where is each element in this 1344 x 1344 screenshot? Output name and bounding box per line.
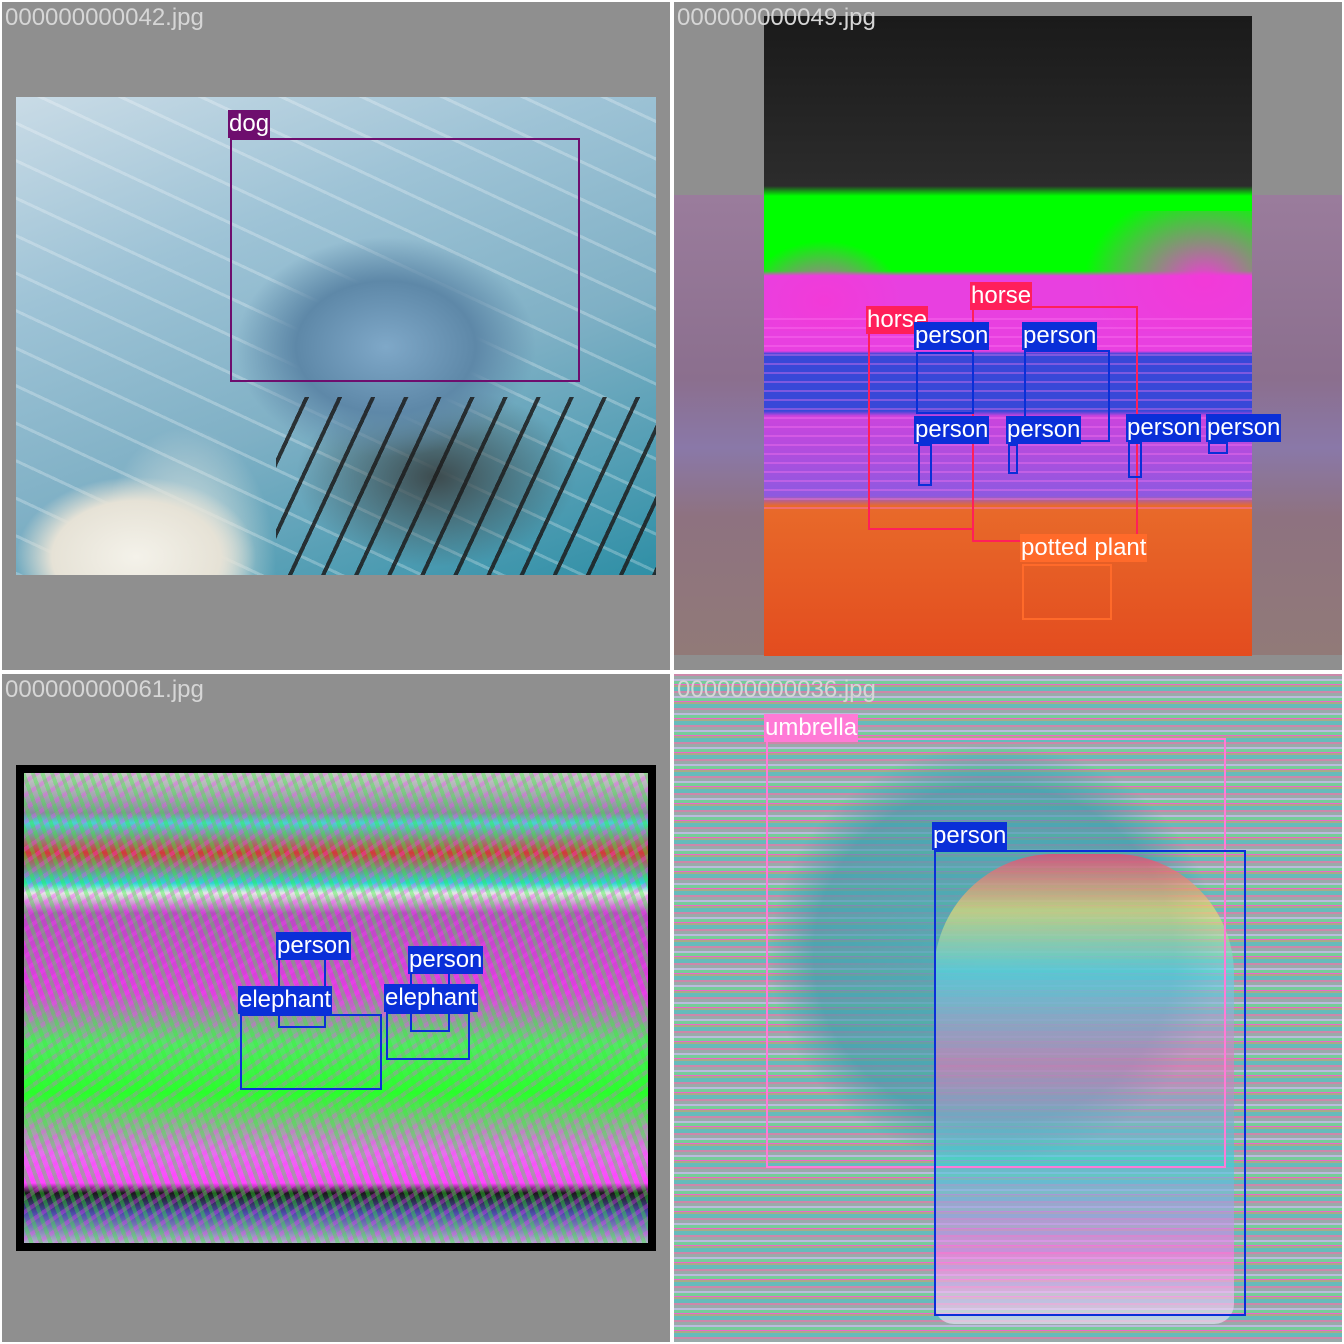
detection-label: person xyxy=(914,416,990,444)
detection-label: person xyxy=(1022,322,1098,350)
image-tile-4: 000000000036.jpg umbrella person xyxy=(674,674,1342,1342)
image-filename: 000000000061.jpg xyxy=(5,676,204,703)
detection-box-person xyxy=(916,352,974,414)
detection-label: dog xyxy=(228,110,271,138)
detection-label: person xyxy=(932,822,1008,850)
detection-box-elephant xyxy=(386,1012,470,1060)
detection-box-person xyxy=(1008,444,1018,474)
detection-label: person xyxy=(914,322,990,350)
image-filename: 000000000042.jpg xyxy=(5,4,204,31)
image-filename: 000000000036.jpg xyxy=(677,676,876,703)
image-detail xyxy=(276,397,656,575)
detection-box-dog xyxy=(230,138,580,382)
detection-label: umbrella xyxy=(764,714,859,742)
image-tile-1: 000000000042.jpg dog xyxy=(2,2,670,670)
detection-label: elephant xyxy=(238,986,333,1014)
detection-box-potted-plant xyxy=(1022,564,1112,620)
detection-box-person xyxy=(1128,442,1142,478)
detection-box-person xyxy=(1208,442,1228,454)
detection-label: elephant xyxy=(384,984,479,1012)
detection-label: person xyxy=(1006,416,1082,444)
image-detail xyxy=(24,773,648,1243)
detection-label: potted plant xyxy=(1020,534,1148,562)
image-preview xyxy=(16,765,656,1251)
detection-label: person xyxy=(408,946,484,974)
detection-box-person xyxy=(918,444,932,486)
image-filename: 000000000049.jpg xyxy=(677,4,876,31)
detection-label: person xyxy=(276,932,352,960)
detection-label: person xyxy=(1126,414,1202,442)
detection-label: horse xyxy=(970,282,1033,310)
image-tile-3: 000000000061.jpg person person elephant … xyxy=(2,674,670,1342)
detection-box-elephant xyxy=(240,1014,382,1090)
detection-box-person xyxy=(934,850,1246,1316)
detection-label: person xyxy=(1206,414,1282,442)
image-tile-2: 000000000049.jpg horse horse person pers… xyxy=(674,2,1342,670)
